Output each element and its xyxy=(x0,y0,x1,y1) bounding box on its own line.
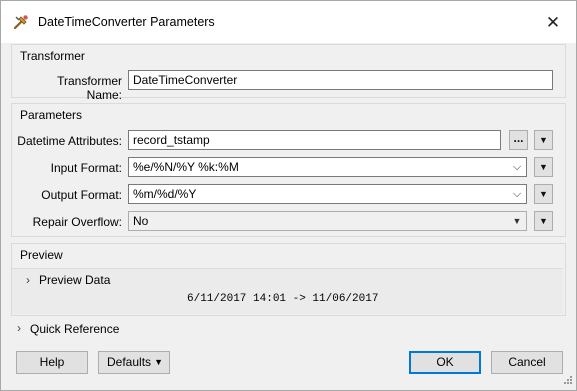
triangle-down-icon: ▼ xyxy=(154,357,163,367)
ellipsis-button[interactable]: ... xyxy=(509,130,528,150)
transformer-name-label: Transformer Name: xyxy=(57,74,122,102)
input-format-label: Input Format: xyxy=(50,161,122,175)
preview-data-toggle[interactable]: Preview Data xyxy=(39,273,110,287)
transformer-name-input[interactable]: DateTimeConverter xyxy=(128,70,553,90)
triangle-down-icon: ▼ xyxy=(539,135,548,145)
datetime-attributes-menu-button[interactable]: ▼ xyxy=(534,130,553,150)
defaults-label: Defaults xyxy=(107,355,152,369)
triangle-down-icon: ▼ xyxy=(512,216,522,226)
cancel-button[interactable]: Cancel xyxy=(491,351,563,374)
input-format-menu-button[interactable]: ▼ xyxy=(534,157,553,177)
output-format-value: %m/%d/%Y xyxy=(133,187,197,201)
section-title-transformer: Transformer xyxy=(20,49,85,63)
output-format-label: Output Format: xyxy=(41,188,122,202)
repair-overflow-select[interactable]: No ▼ xyxy=(128,211,527,231)
datetime-attributes-input[interactable]: record_tstamp xyxy=(128,130,501,150)
dialog-window: DateTimeConverter Parameters ✕ Transform… xyxy=(0,0,577,391)
section-title-parameters: Parameters xyxy=(20,108,83,122)
datetime-attributes-label: Datetime Attributes: xyxy=(17,134,122,148)
ok-button[interactable]: OK xyxy=(409,351,481,374)
repair-overflow-menu-button[interactable]: ▼ xyxy=(534,211,553,231)
window-title: DateTimeConverter Parameters xyxy=(38,15,215,29)
repair-overflow-value: No xyxy=(133,214,149,228)
triangle-down-icon: ▼ xyxy=(539,216,548,226)
input-format-value: %e/%N/%Y %k:%M xyxy=(133,160,239,174)
triangle-down-icon: ▼ xyxy=(539,189,548,199)
quick-reference-toggle[interactable]: Quick Reference xyxy=(30,322,119,336)
title-bar[interactable]: DateTimeConverter Parameters ✕ xyxy=(1,1,576,43)
output-format-combo[interactable]: %m/%d/%Y ⌵ xyxy=(128,184,527,204)
preview-example-text: 6/11/2017 14:01 -> 11/06/2017 xyxy=(187,293,379,305)
output-format-menu-button[interactable]: ▼ xyxy=(534,184,553,204)
close-icon: ✕ xyxy=(545,13,561,32)
resize-grip-icon[interactable] xyxy=(561,373,573,385)
input-format-combo[interactable]: %e/%N/%Y %k:%M ⌵ xyxy=(128,157,527,177)
chevron-right-icon[interactable]: › xyxy=(17,321,21,335)
close-button[interactable]: ✕ xyxy=(541,13,565,33)
chevron-down-icon: ⌵ xyxy=(512,188,522,200)
chevron-right-icon[interactable]: › xyxy=(26,273,30,287)
help-button[interactable]: Help xyxy=(16,351,88,374)
triangle-down-icon: ▼ xyxy=(539,162,548,172)
repair-overflow-label: Repair Overflow: xyxy=(32,215,122,229)
transformer-tools-icon xyxy=(13,15,28,30)
defaults-button[interactable]: Defaults ▼ xyxy=(98,351,170,374)
section-title-preview: Preview xyxy=(20,248,63,262)
chevron-down-icon: ⌵ xyxy=(512,161,522,173)
